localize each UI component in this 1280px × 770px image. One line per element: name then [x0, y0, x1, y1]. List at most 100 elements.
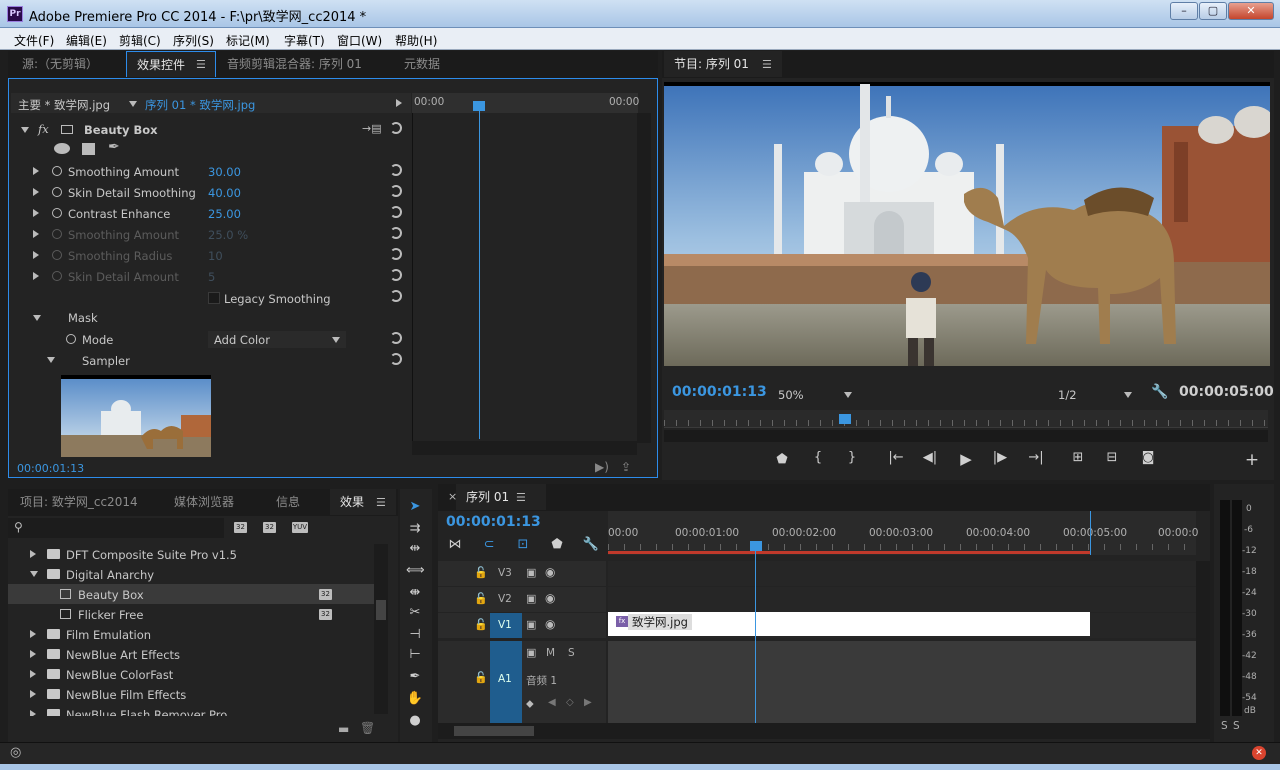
marker-icon[interactable]: ⬟ [548, 537, 566, 552]
marker-icon[interactable]: ⬟ [772, 452, 792, 467]
menu-edit[interactable]: 编辑(E) [66, 32, 107, 49]
ellipse-mask-icon[interactable] [54, 143, 70, 154]
trash-icon[interactable]: 🗑 [360, 721, 375, 735]
folder-collapse-icon[interactable] [30, 571, 38, 577]
param-expand-icon[interactable] [33, 230, 39, 238]
fx-toggle-icon[interactable]: fx [38, 122, 49, 136]
close-window-button[interactable]: ✕ [1228, 2, 1274, 20]
maximize-button[interactable]: ▢ [1199, 2, 1227, 20]
reset-param-icon[interactable] [390, 227, 402, 239]
param-value[interactable]: 25.00 [208, 207, 241, 221]
timeline-playhead-handle[interactable] [750, 541, 762, 551]
slide-tool-icon[interactable]: ⊢ [406, 647, 424, 663]
timeline-vscroll[interactable] [1196, 561, 1210, 723]
minimize-button[interactable]: – [1170, 2, 1198, 20]
param-value[interactable]: 30.00 [208, 165, 241, 179]
lock-icon[interactable]: 🔓 [474, 592, 488, 605]
reset-param-icon[interactable] [390, 269, 402, 281]
wrench-settings-icon[interactable]: 🔧 [1151, 384, 1168, 400]
tab-source[interactable]: 源:（无剪辑） [12, 51, 108, 77]
stopwatch-icon[interactable] [52, 166, 62, 176]
folder-expand-icon[interactable] [30, 710, 36, 716]
tab-sequence[interactable]: 序列 01 [456, 484, 546, 510]
hand-tool-icon[interactable]: ✋ [406, 691, 424, 707]
new-bin-icon[interactable]: ▬ [338, 722, 349, 736]
accelerated-effects-icon[interactable]: 32 [234, 522, 247, 533]
list-item[interactable]: DFT Composite Suite Pro v1.5 [8, 544, 386, 564]
scroll-thumb[interactable] [376, 600, 386, 620]
list-item[interactable]: NewBlue ColorFast [8, 664, 386, 684]
add-marker-icon[interactable]: ⊡ [514, 537, 532, 552]
program-menu-icon[interactable]: ☰ [762, 58, 772, 71]
stopwatch-icon[interactable] [52, 187, 62, 197]
param-expand-icon[interactable] [33, 251, 39, 259]
solo-left-button[interactable]: S [1221, 720, 1228, 732]
stopwatch-icon[interactable] [52, 208, 62, 218]
solo-button[interactable]: S [568, 647, 575, 659]
reset-sampler-icon[interactable] [390, 353, 402, 365]
play-icon[interactable]: ▶ [956, 450, 976, 468]
sampler-collapse-icon[interactable] [47, 357, 55, 363]
slip-tool-icon[interactable]: ⊣ [406, 627, 424, 643]
sync-lock-icon[interactable]: ▣ [526, 592, 536, 605]
folder-expand-icon[interactable] [30, 670, 36, 678]
linked-selection-icon[interactable]: ⊂ [480, 537, 498, 552]
reset-param-icon[interactable] [390, 248, 402, 260]
master-clip-label[interactable]: 主要 * 致学网.jpg [18, 97, 110, 113]
list-item[interactable]: NewBlue Art Effects [8, 644, 386, 664]
program-zoom-bar[interactable] [664, 430, 1268, 442]
transform-icon[interactable] [61, 125, 73, 134]
ec-ruler[interactable] [412, 93, 638, 113]
rectangle-mask-icon[interactable] [82, 143, 95, 155]
reset-param-icon[interactable] [390, 185, 402, 197]
mode-stopwatch-icon[interactable] [66, 334, 76, 344]
track-v3-lane[interactable] [608, 561, 1196, 586]
program-playhead[interactable] [839, 414, 852, 424]
lock-icon[interactable]: 🔓 [474, 618, 488, 631]
effect-preset-icon[interactable]: →▤ [362, 122, 382, 135]
eye-icon[interactable]: ◉ [545, 591, 555, 605]
mute-button[interactable]: M [546, 647, 555, 659]
ec-playhead-handle[interactable] [473, 101, 485, 111]
ec-vscroll[interactable] [637, 113, 651, 443]
ripple-edit-tool-icon[interactable]: ⇹ [406, 541, 424, 557]
track-v1-label[interactable]: V1 [498, 619, 512, 631]
pen-mask-icon[interactable]: ✒ [108, 139, 120, 155]
reset-mode-icon[interactable] [390, 332, 402, 344]
step-back-icon[interactable]: ◀| [920, 450, 940, 465]
zoom-dropdown[interactable]: 50% [772, 386, 856, 403]
eye-icon[interactable]: ◉ [545, 565, 555, 579]
list-item[interactable]: Digital Anarchy [8, 564, 386, 584]
tab-info[interactable]: 信息 [266, 489, 310, 515]
folder-expand-icon[interactable] [30, 550, 36, 558]
snap-icon[interactable]: ⋈ [446, 537, 464, 552]
legacy-smoothing-checkbox[interactable] [208, 292, 220, 304]
sync-lock-icon[interactable]: ▣ [526, 618, 536, 631]
list-item[interactable]: NewBlue Film Effects [8, 684, 386, 704]
reset-param-icon[interactable] [390, 206, 402, 218]
solo-right-button[interactable]: S [1233, 720, 1240, 732]
menu-title[interactable]: 字幕(T) [284, 32, 325, 49]
export-icon[interactable]: ⇪ [621, 460, 631, 474]
track-a1-lane[interactable] [608, 641, 1196, 723]
razor-tool-icon[interactable]: ✂ [406, 605, 424, 621]
tab-media-browser[interactable]: 媒体浏览器 [164, 489, 244, 515]
in-point-icon[interactable]: { [808, 450, 828, 465]
tab-metadata[interactable]: 元数据 [394, 51, 450, 77]
lift-icon[interactable]: ⊞ [1068, 450, 1088, 465]
resolution-dropdown[interactable]: 1/2 [1052, 386, 1136, 403]
beauty-box-collapse-icon[interactable] [21, 127, 29, 133]
lock-icon[interactable]: 🔓 [474, 671, 488, 684]
menu-help[interactable]: 帮助(H) [395, 32, 437, 49]
effects-search-input[interactable]: ⚲ [8, 518, 224, 538]
step-forward-icon[interactable]: |▶ [990, 450, 1010, 465]
list-item[interactable]: NewBlue Flash Remover Pro [8, 704, 386, 716]
mode-dropdown[interactable]: Add Color [208, 331, 346, 348]
sequence-clip-label[interactable]: 序列 01 * 致学网.jpg [145, 97, 255, 113]
tab-audio-clip-mixer[interactable]: 音频剪辑混合器: 序列 01 [217, 51, 372, 77]
track-select-tool-icon[interactable]: ⇉ [406, 521, 424, 537]
timeline-menu-icon[interactable]: ☰ [516, 491, 526, 504]
work-area-bar[interactable] [608, 551, 1090, 554]
selection-tool-icon[interactable]: ➤ [406, 499, 424, 515]
folder-expand-icon[interactable] [30, 690, 36, 698]
